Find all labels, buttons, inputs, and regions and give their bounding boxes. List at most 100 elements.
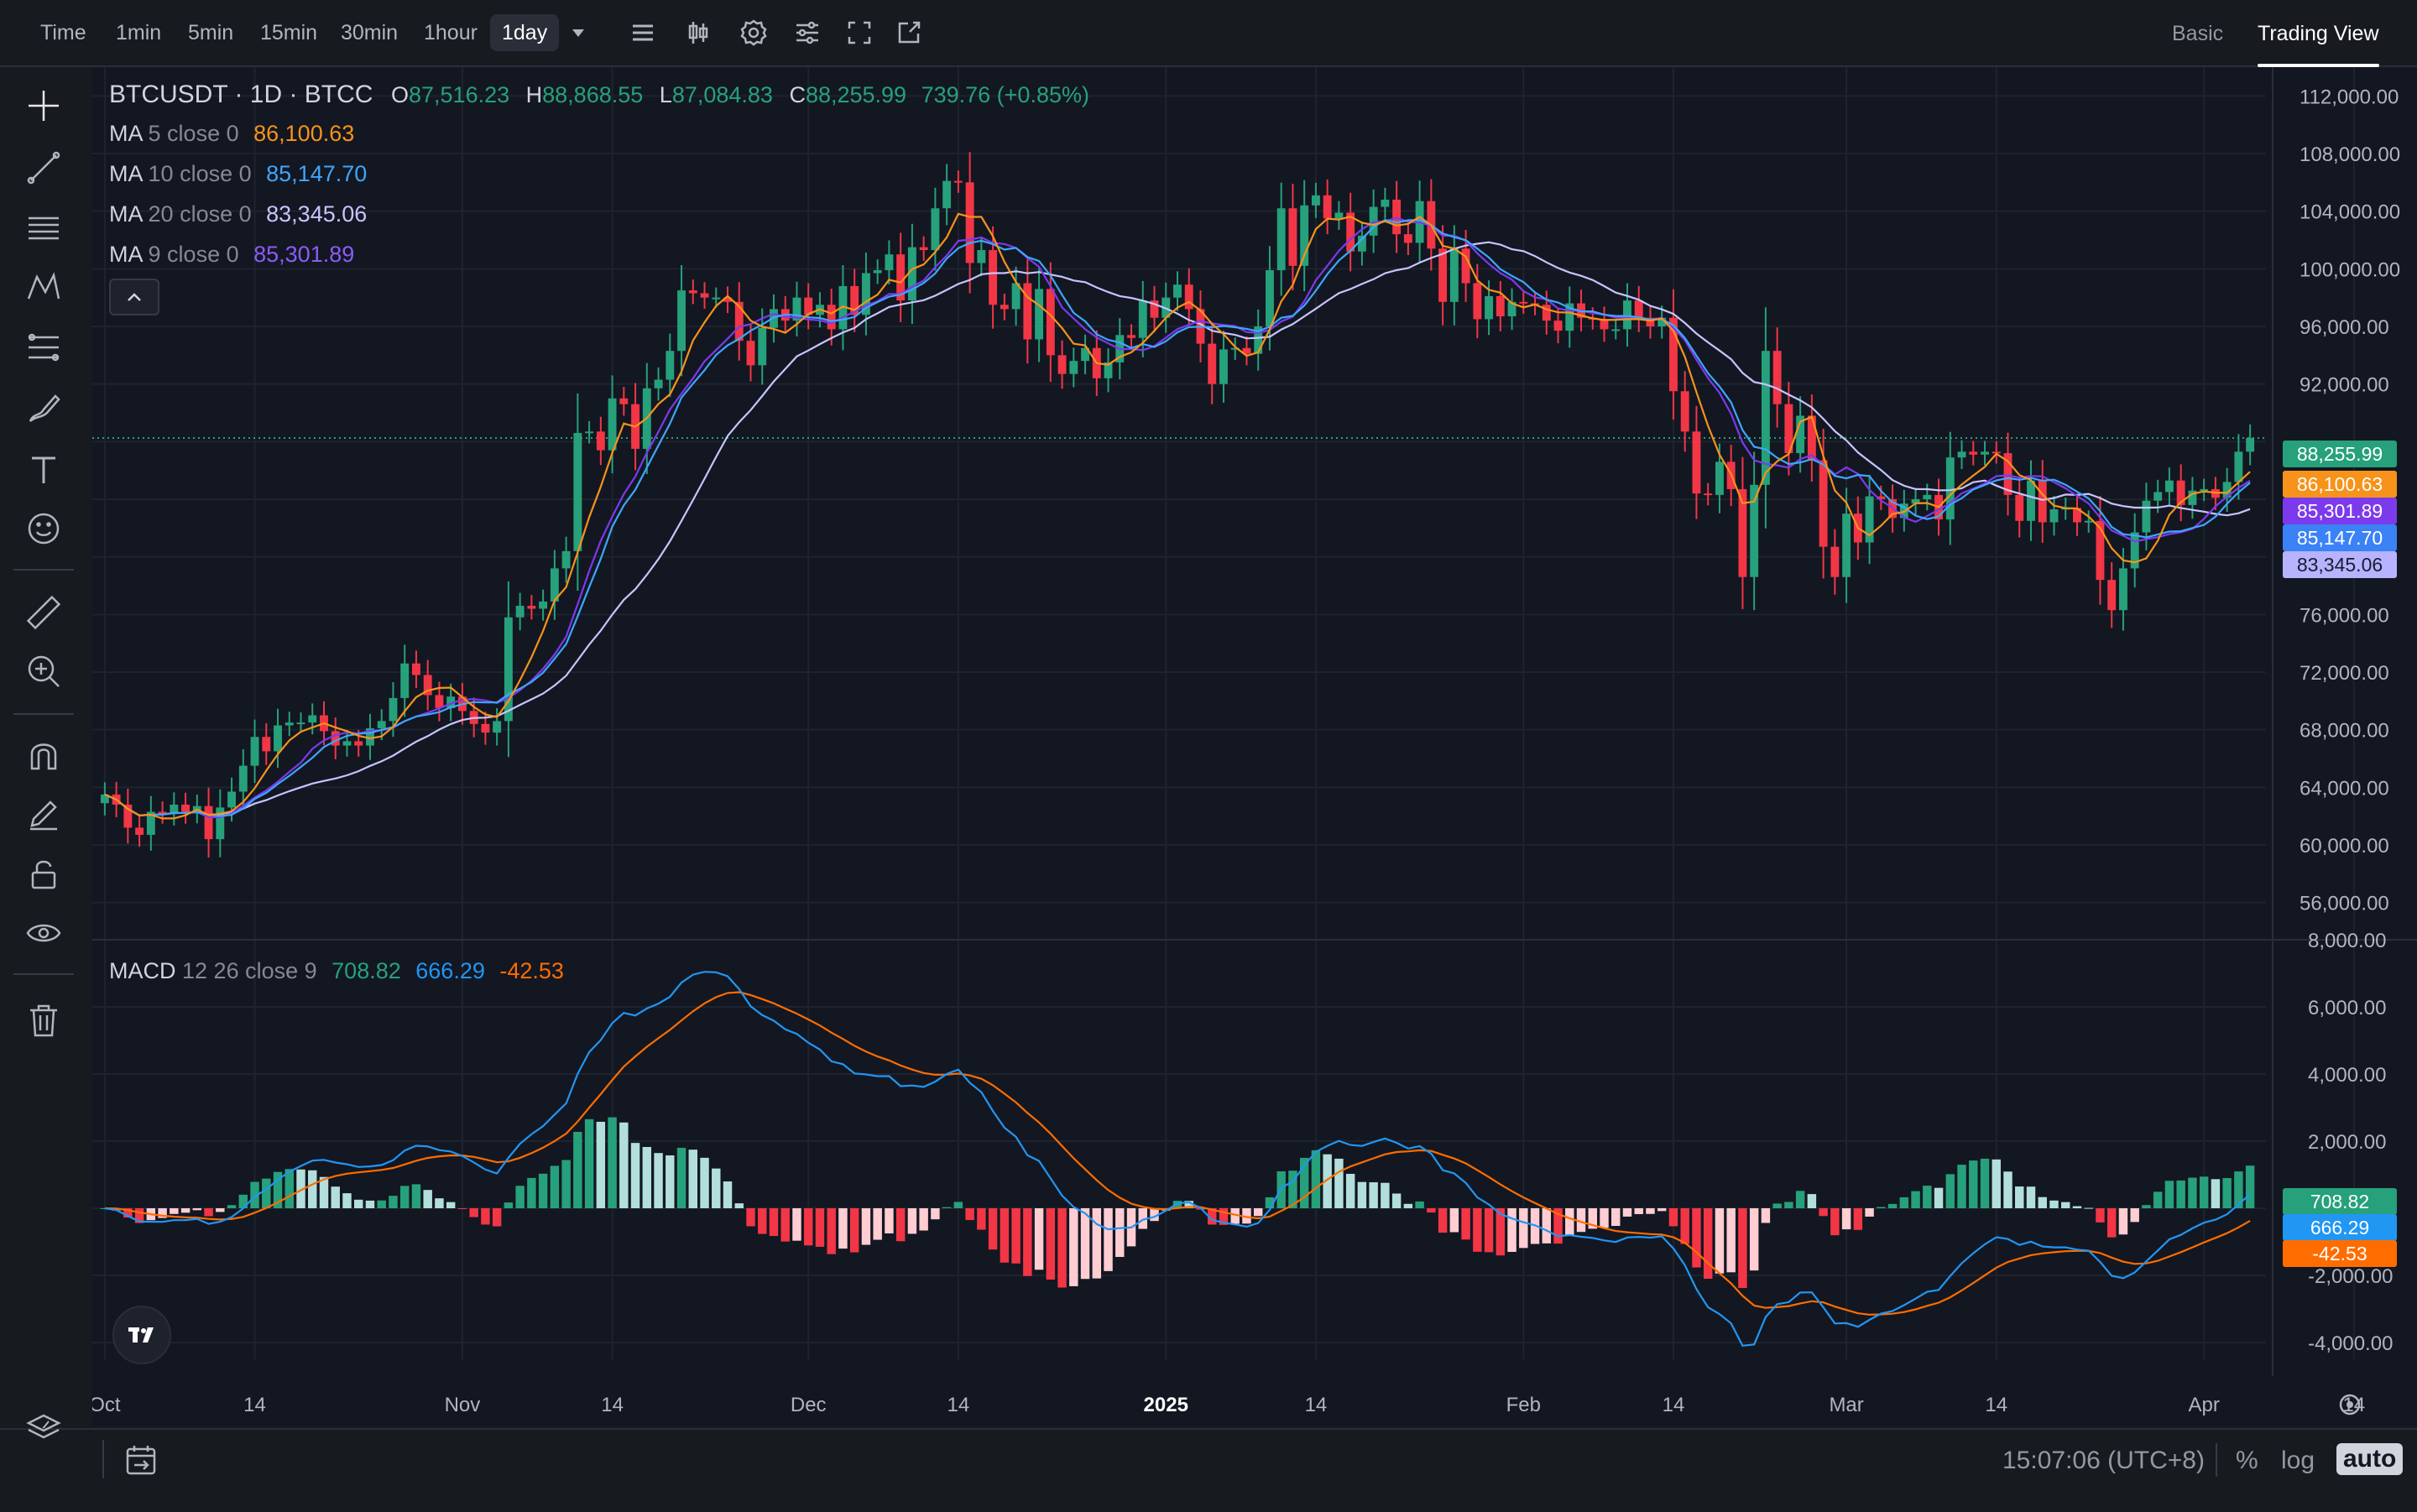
macd-histogram-bar (1692, 1208, 1701, 1268)
percent-scale-toggle[interactable]: % (2236, 1447, 2258, 1475)
layers-icon[interactable] (25, 1410, 62, 1447)
price-axis-label: 100,000.00 (2300, 258, 2400, 281)
emoji-icon[interactable] (23, 508, 64, 549)
candle-body (1634, 300, 1643, 318)
eye-icon[interactable] (23, 913, 64, 953)
candle-body (2142, 500, 2151, 533)
auto-scale-toggle[interactable]: auto (2336, 1443, 2404, 1475)
brush-icon[interactable] (23, 388, 64, 428)
menu-icon[interactable] (625, 15, 660, 50)
macd-signal-value: 666.29 (415, 958, 485, 983)
candle-body (2153, 492, 2163, 501)
timeframe-time[interactable]: Time (29, 14, 98, 51)
ma20-legend[interactable]: MA 20 close 0 83,345.06 (109, 201, 367, 227)
edit-pencil-icon[interactable] (23, 794, 64, 834)
candle-body (885, 254, 894, 271)
candle-type-icon[interactable] (681, 15, 716, 50)
macd-histogram-bar (2176, 1180, 2185, 1208)
crosshair-icon[interactable] (23, 86, 64, 126)
goto-date-icon[interactable] (123, 1442, 159, 1478)
macd-histogram-bar (1115, 1208, 1125, 1258)
timeframe-1day[interactable]: 1day (490, 14, 560, 51)
macd-histogram-bar (988, 1208, 998, 1250)
settings-gear-icon[interactable] (736, 15, 771, 50)
lock-icon[interactable] (23, 854, 64, 894)
zoom-in-icon[interactable] (23, 651, 64, 691)
bottom-divider (2216, 1443, 2217, 1477)
candle-body (1945, 457, 1955, 520)
macd-histogram-bar (676, 1147, 686, 1208)
fullscreen-icon[interactable] (842, 15, 877, 50)
macd-histogram-bar (1795, 1191, 1805, 1208)
macd-tag-signal: 666.29 (2283, 1214, 2397, 1241)
candle-body (2246, 437, 2255, 452)
price-tag-ma9: 85,301.89 (2283, 498, 2397, 524)
clock-timezone[interactable]: 15:07:06 (UTC+8) (2002, 1447, 2205, 1475)
view-tab-trading-view[interactable]: Trading View (2258, 15, 2379, 67)
candle-body (1807, 415, 1816, 461)
candle-body (2084, 520, 2093, 523)
ma9-params: 9 close 0 (148, 242, 239, 267)
candle-body (977, 250, 986, 263)
time-axis-label: Apr (2188, 1394, 2219, 1416)
macd-histogram-bar (2153, 1191, 2163, 1208)
tradingview-logo[interactable] (112, 1306, 171, 1364)
ma9-value: 85,301.89 (253, 242, 355, 267)
candle-body (712, 297, 721, 300)
horizontal-lines-icon[interactable] (23, 208, 64, 248)
candle-body (1830, 546, 1840, 577)
ma10-legend[interactable]: MA 10 close 0 85,147.70 (109, 161, 367, 187)
macd-histogram-bar (1657, 1208, 1667, 1212)
macd-histogram-bar (2096, 1208, 2105, 1223)
collapse-legend-button[interactable] (109, 279, 159, 315)
macd-histogram-bar (1830, 1208, 1840, 1236)
price-axis-label: 64,000.00 (2300, 777, 2389, 800)
magnet-icon[interactable] (23, 735, 64, 775)
macd-histogram-bar (1415, 1201, 1424, 1208)
ma5-legend[interactable]: MA 5 close 0 86,100.63 (109, 121, 354, 147)
macd-histogram-bar (838, 1208, 848, 1249)
candle-body (2107, 580, 2117, 611)
candle-body (1704, 493, 1713, 496)
price-chart[interactable]: 112,000.00 108,000.00 104,000.00 100,000.00… (89, 67, 2417, 1426)
timeframe-5min[interactable]: 5min (176, 14, 245, 51)
view-tab-basic[interactable]: Basic (2172, 15, 2223, 52)
macd-histogram-bar (1381, 1182, 1390, 1208)
timeframe-1min[interactable]: 1min (104, 14, 173, 51)
macd-legend[interactable]: MACD 12 26 close 9 708.82 666.29 -42.53 (109, 958, 564, 984)
fib-levels-icon[interactable] (23, 327, 64, 368)
macd-histogram-bar (180, 1208, 191, 1213)
timeframe-1hour[interactable]: 1hour (412, 14, 489, 51)
share-icon[interactable] (891, 15, 927, 50)
macd-histogram-bar (2188, 1177, 2197, 1208)
macd-histogram-bar (803, 1208, 813, 1246)
candle-body (1981, 451, 1989, 455)
candle-body (1772, 351, 1782, 404)
ruler-icon[interactable] (23, 592, 64, 633)
chart-area[interactable]: 112,000.00 108,000.00 104,000.00 100,000.00… (89, 67, 2417, 1426)
trash-icon[interactable] (23, 1000, 64, 1040)
pattern-icon[interactable] (23, 267, 64, 307)
candle-body (515, 606, 525, 618)
price-axis-label: 96,000.00 (2300, 316, 2389, 339)
indicators-sliders-icon[interactable] (790, 15, 825, 50)
macd-histogram-bar (2026, 1186, 2036, 1208)
timeframe-dropdown-chevron-icon[interactable] (561, 15, 596, 50)
macd-histogram-bar (1276, 1171, 1286, 1208)
ma20-name: MA (109, 201, 143, 227)
timeframe-30min[interactable]: 30min (329, 14, 410, 51)
time-axis-label: 14 (243, 1394, 266, 1416)
macd-histogram-bar (642, 1146, 652, 1208)
log-scale-toggle[interactable]: log (2281, 1447, 2315, 1475)
timeframe-15min[interactable]: 15min (248, 14, 329, 51)
macd-histogram-bar (1957, 1165, 1966, 1208)
candle-body (170, 804, 179, 814)
candle-body (1023, 283, 1032, 340)
trend-line-icon[interactable] (23, 148, 64, 188)
text-tool-icon[interactable] (23, 450, 64, 490)
price-tag-ma10: 85,147.70 (2283, 524, 2397, 551)
ma9-legend[interactable]: MA 9 close 0 85,301.89 (109, 242, 354, 268)
candle-body (1184, 284, 1193, 310)
macd-histogram-bar (769, 1208, 779, 1237)
macd-histogram-bar (365, 1200, 375, 1208)
